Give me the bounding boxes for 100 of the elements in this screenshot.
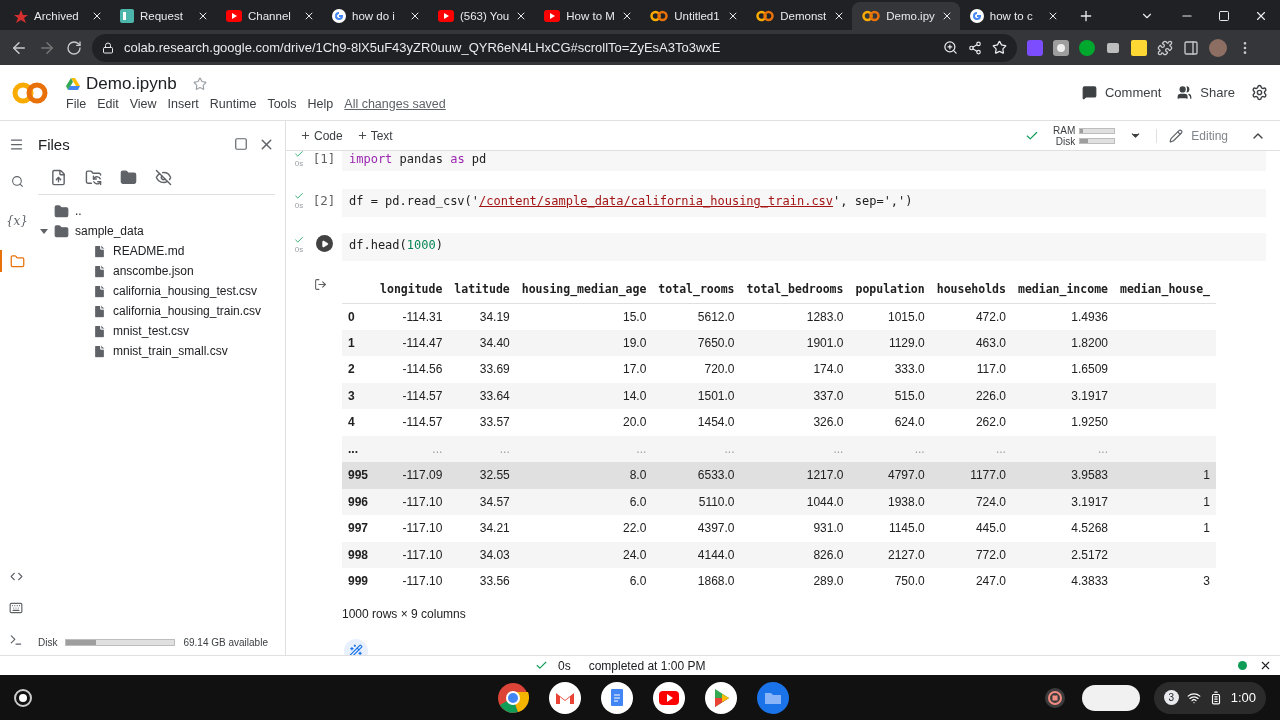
extension-icon[interactable] <box>1131 39 1147 56</box>
browser-tab[interactable]: Request <box>110 2 216 30</box>
check-icon <box>535 659 548 672</box>
browser-tab[interactable]: Demonst <box>746 2 853 30</box>
close-icon[interactable] <box>303 10 315 22</box>
table-cell: ... <box>849 435 931 462</box>
zoom-icon[interactable] <box>943 40 958 55</box>
close-icon[interactable] <box>91 10 103 22</box>
menu-item[interactable]: Runtime <box>209 97 257 111</box>
close-icon[interactable] <box>1254 9 1268 23</box>
record-icon[interactable] <box>1043 686 1066 709</box>
browser-tab[interactable]: how do i <box>322 2 428 30</box>
close-icon[interactable] <box>1259 659 1272 672</box>
document-icon[interactable] <box>600 681 633 714</box>
table-cell: 1015.0 <box>849 303 931 330</box>
expand-arrow-icon[interactable] <box>40 227 48 235</box>
plus-icon <box>300 130 311 141</box>
column-header: total_bedrooms <box>740 275 850 303</box>
clock-text: 1:00 <box>1230 690 1256 705</box>
table-cell: 1.8200 <box>1011 329 1114 356</box>
notification-pill-icon[interactable] <box>1081 684 1140 711</box>
browser-tab[interactable]: Demo.ipy <box>852 2 960 30</box>
mail-icon[interactable] <box>548 681 581 714</box>
menu-icon[interactable] <box>8 137 24 152</box>
menu-item[interactable]: View <box>129 97 157 111</box>
settings-icon[interactable] <box>1251 84 1268 101</box>
browser-tab[interactable]: Channel <box>216 2 322 30</box>
output-icon[interactable] <box>314 278 327 291</box>
table-cell: 4144.0 <box>652 541 741 568</box>
browser-tab[interactable]: how to c <box>959 2 1066 30</box>
table-cell: 34.40 <box>448 329 516 356</box>
table-cell: -117.10 <box>374 488 449 515</box>
system-tray[interactable]: 3 1:00 <box>1153 681 1266 714</box>
column-header: longitude <box>374 275 449 303</box>
avatar-icon[interactable] <box>1209 38 1227 57</box>
run-button[interactable] <box>316 235 333 252</box>
table-cell: 22.0 <box>515 515 653 542</box>
side-panel-icon[interactable] <box>1183 39 1199 56</box>
file-name[interactable]: california_housing_test.csv <box>113 284 258 298</box>
code-icon[interactable] <box>9 570 23 583</box>
notebook-title[interactable]: Demo.ipynb <box>86 74 177 94</box>
extensions-icon[interactable] <box>1157 39 1173 56</box>
play-store-icon[interactable] <box>704 681 737 714</box>
file-name[interactable]: README.md <box>113 244 185 258</box>
keyboard-icon[interactable] <box>9 601 23 615</box>
file-name[interactable]: anscombe.json <box>113 264 194 278</box>
search-icon[interactable] <box>10 174 24 188</box>
people-icon <box>1177 85 1193 100</box>
drive-folder-icon[interactable] <box>120 169 137 186</box>
menu-item[interactable]: Tools <box>267 97 297 111</box>
close-icon[interactable] <box>197 10 209 22</box>
upload-icon[interactable] <box>50 169 67 186</box>
file-name[interactable]: california_housing_train.csv <box>113 304 262 318</box>
maximize-icon[interactable] <box>1218 10 1230 22</box>
extension-icon[interactable] <box>1053 39 1069 56</box>
reload-icon[interactable] <box>66 39 82 56</box>
bookmark-star-icon[interactable] <box>992 40 1007 55</box>
add-code-button[interactable]: Code <box>300 128 343 143</box>
row-index: 996 <box>342 488 375 515</box>
file-name[interactable]: mnist_test.csv <box>113 324 190 338</box>
video-play-icon[interactable] <box>652 681 685 714</box>
file-icon <box>92 283 107 299</box>
refresh-folder-icon[interactable] <box>85 169 102 186</box>
file-name[interactable]: .. <box>75 204 82 218</box>
comment-button[interactable]: Comment <box>1073 81 1170 104</box>
menu-item[interactable]: Help <box>307 97 334 111</box>
hide-icon[interactable] <box>155 169 172 186</box>
browser-tab[interactable]: Untitled1 <box>640 2 747 30</box>
menu-item[interactable]: File <box>66 97 87 111</box>
table-cell: 1.4936 <box>1011 303 1114 330</box>
table-cell: -117.10 <box>374 515 449 542</box>
browser-tab[interactable]: (563) You <box>428 2 535 30</box>
file-name[interactable]: sample_data <box>75 224 144 238</box>
share-icon[interactable] <box>968 40 982 55</box>
new-window-icon[interactable] <box>234 137 248 151</box>
share-button[interactable]: Share <box>1169 81 1243 104</box>
table-cell: 2127.0 <box>849 541 931 568</box>
variables-icon[interactable]: {x} <box>5 214 28 228</box>
folder-icon[interactable] <box>756 681 789 714</box>
close-icon[interactable] <box>409 10 421 22</box>
table-cell: 3.1917 <box>1011 382 1114 409</box>
table-cell: ... <box>515 435 653 462</box>
magic-wand-button[interactable] <box>344 638 368 655</box>
chrome-icon[interactable] <box>496 681 529 714</box>
launcher-icon[interactable] <box>14 688 32 707</box>
menu-item[interactable]: Edit <box>97 97 119 111</box>
star-icon[interactable] <box>192 77 207 91</box>
address-bar[interactable]: colab.research.google.com/drive/1Ch9-8lX5uF43yZR0uuw_QYR6eN4LHxCG#scrollTo=ZyEsA3To3wxE <box>92 33 1017 62</box>
editing-button[interactable]: Editing <box>1156 128 1228 143</box>
save-status-link[interactable]: All changes saved <box>344 97 446 111</box>
terminal-icon[interactable] <box>9 633 23 647</box>
table-cell: 34.57 <box>448 488 516 515</box>
menu-item[interactable]: Insert <box>167 97 199 111</box>
video-play-icon <box>438 10 454 22</box>
browser-tab[interactable]: Archived <box>4 2 110 30</box>
table-cell: 326.0 <box>740 409 850 436</box>
browser-tab[interactable]: How to M <box>534 2 641 30</box>
file-name[interactable]: mnist_train_small.csv <box>113 344 228 358</box>
add-text-button[interactable]: Text <box>356 128 393 143</box>
wifi-icon <box>1186 690 1201 705</box>
